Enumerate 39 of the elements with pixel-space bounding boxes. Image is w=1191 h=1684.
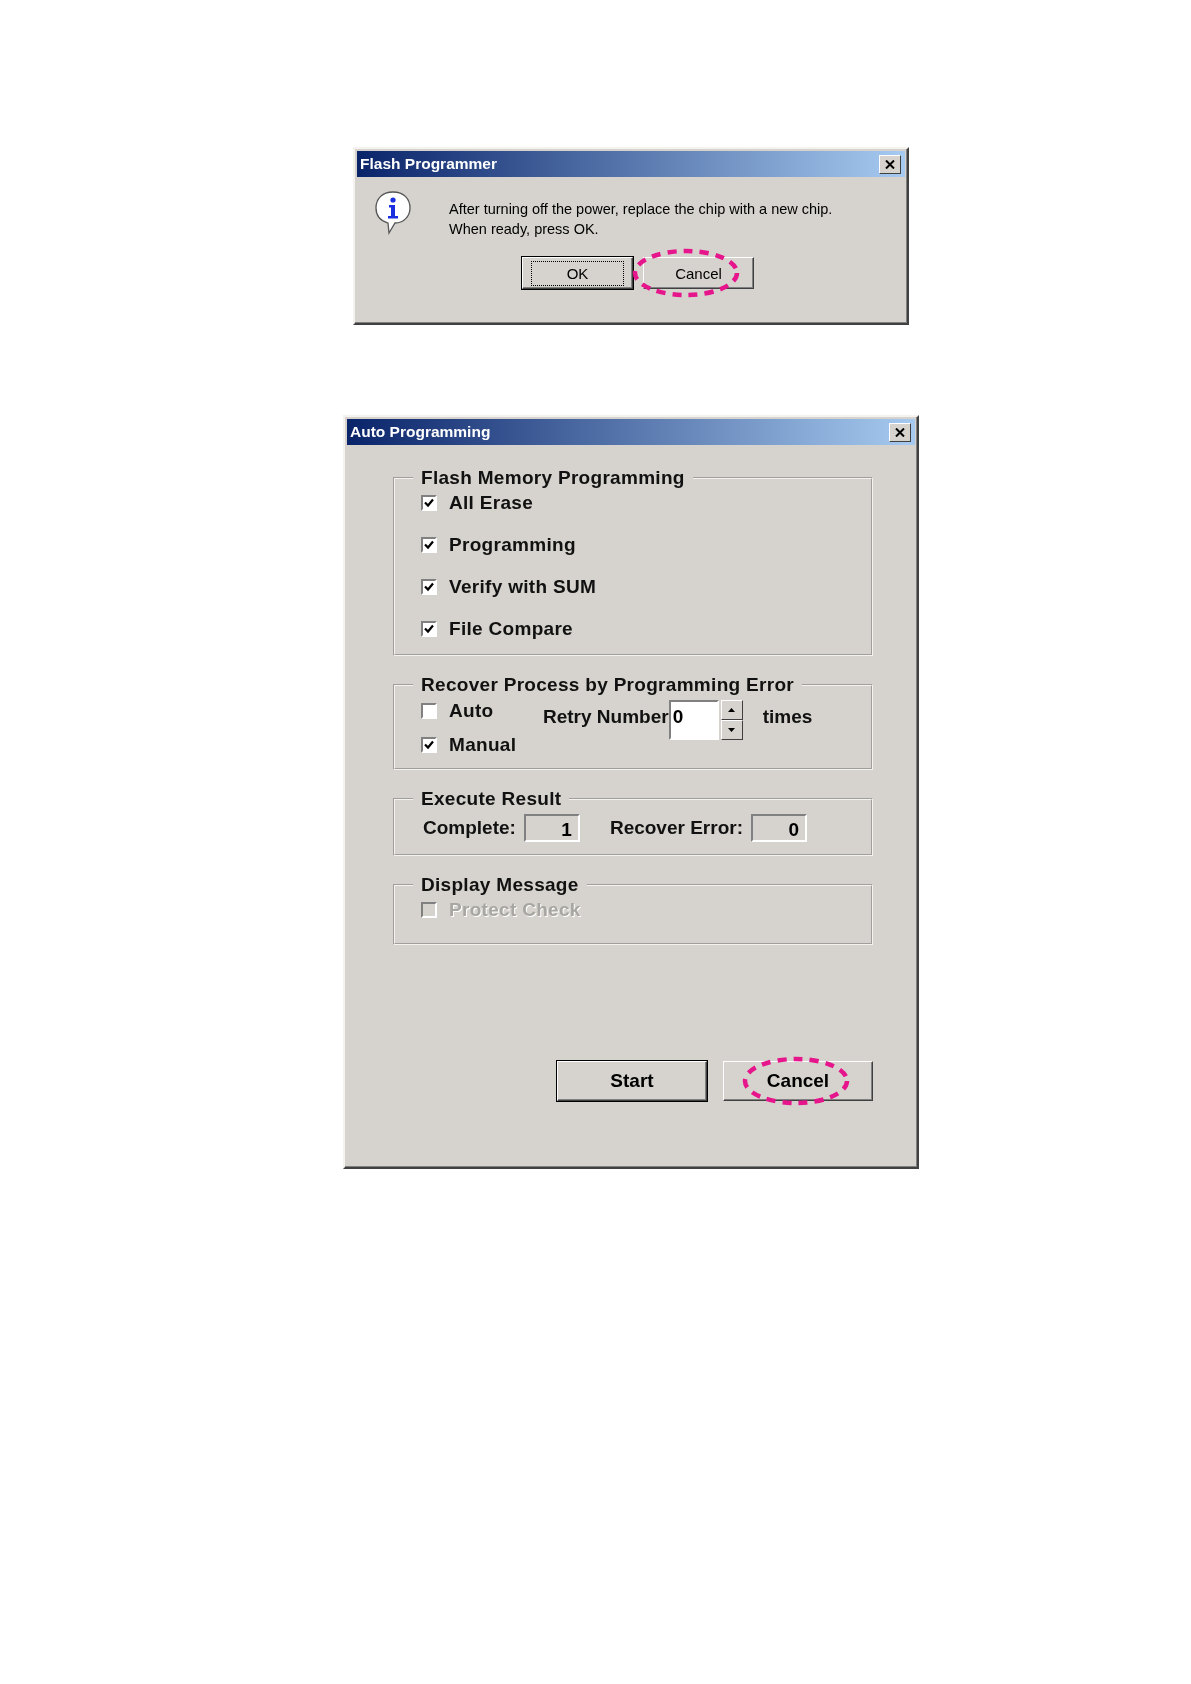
- group-title: Recover Process by Programming Error: [420, 674, 795, 696]
- checkbox[interactable]: [421, 703, 437, 719]
- checkbox[interactable]: [421, 495, 437, 511]
- up-arrow-icon: [728, 708, 736, 712]
- checkbox-label[interactable]: File Compare: [449, 618, 573, 640]
- checkbox[interactable]: [421, 621, 437, 637]
- unit-label: times: [762, 706, 813, 728]
- dialog-button[interactable]: Start: [557, 1061, 707, 1101]
- spin-up-button[interactable]: [720, 700, 743, 720]
- checkbox[interactable]: [421, 579, 437, 595]
- group-title: Display Message: [420, 874, 580, 896]
- group-title: Execute Result: [420, 788, 563, 810]
- info-icon: [373, 189, 413, 237]
- close-button[interactable]: [879, 154, 901, 174]
- window-title: Auto Programming: [350, 423, 491, 441]
- checkbox-label[interactable]: Manual: [449, 734, 517, 756]
- window-title: Flash Programmer: [360, 155, 497, 173]
- checkbox-label[interactable]: Auto: [449, 700, 494, 722]
- checkbox[interactable]: [421, 537, 437, 553]
- group-title: Flash Memory Programming: [420, 467, 686, 489]
- retry-number-field[interactable]: 0: [668, 700, 719, 740]
- dialog-button[interactable]: OK: [522, 257, 633, 289]
- down-arrow-icon: [728, 728, 736, 732]
- close-button[interactable]: [889, 422, 911, 442]
- message-text: After turning off the power, replace the chip with a new chip. When ready, press OK.: [449, 200, 833, 239]
- result-label: Complete:: [423, 817, 516, 839]
- checkbox-label[interactable]: Verify with SUM: [449, 576, 597, 598]
- spin-down-button[interactable]: [720, 720, 743, 740]
- dialog-button[interactable]: Cancel: [643, 257, 754, 289]
- result-label: Recover Error:: [609, 817, 743, 839]
- checkbox-label[interactable]: Programming: [449, 534, 576, 556]
- dialog-button[interactable]: Cancel: [723, 1061, 873, 1101]
- close-icon: [885, 159, 895, 169]
- result-field: 0: [750, 814, 807, 842]
- result-field: 1: [523, 814, 580, 842]
- retry-label: Retry Number: [543, 706, 669, 728]
- checkbox-label[interactable]: All Erase: [449, 492, 534, 514]
- checkbox[interactable]: [421, 737, 437, 753]
- close-icon: [895, 427, 905, 437]
